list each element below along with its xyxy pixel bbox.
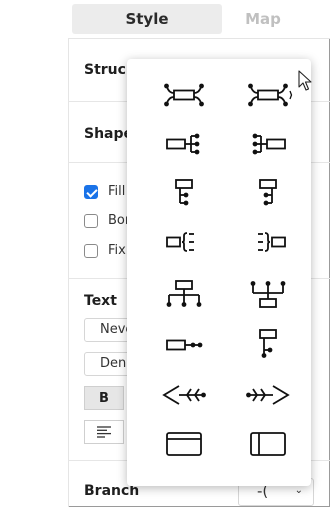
mouse-cursor-icon: [298, 70, 312, 91]
logic-left-icon[interactable]: [233, 126, 303, 162]
fixed-width-label: Fix: [108, 243, 126, 258]
text-section-title: Text: [84, 293, 117, 309]
align-left-button[interactable]: [84, 420, 124, 444]
bold-button[interactable]: B: [84, 386, 124, 410]
panel-tabs: Style Map: [68, 0, 330, 39]
fishbone-right-icon[interactable]: [233, 377, 303, 413]
matrix-column-icon[interactable]: [149, 426, 219, 462]
logic-right-icon[interactable]: [149, 126, 219, 162]
tab-style[interactable]: Style: [72, 4, 222, 34]
structure-popup: [127, 59, 311, 486]
border-checkbox[interactable]: [84, 214, 98, 228]
structure-section-title: Struc: [84, 62, 126, 78]
timeline-vertical-icon[interactable]: [233, 325, 303, 361]
tab-map[interactable]: Map: [208, 4, 318, 34]
fill-label: Fill: [108, 184, 126, 199]
org-chart-up-icon[interactable]: [233, 276, 303, 312]
chevron-down-icon: ⌄: [294, 485, 303, 496]
tree-left-icon[interactable]: [233, 175, 303, 211]
timeline-horizontal-icon[interactable]: [149, 327, 219, 363]
map-clockwise-icon[interactable]: [233, 77, 303, 113]
shape-section-title: Shape: [84, 126, 134, 142]
map-balanced-icon[interactable]: [149, 77, 219, 113]
org-chart-down-icon[interactable]: [149, 276, 219, 312]
fill-checkbox[interactable]: [84, 185, 98, 199]
fixed-width-checkbox[interactable]: [84, 244, 98, 258]
fishbone-left-icon[interactable]: [149, 377, 219, 413]
brace-left-icon[interactable]: [233, 224, 303, 260]
canvas-edge: [0, 0, 69, 507]
brace-right-icon[interactable]: [149, 224, 219, 260]
tree-right-icon[interactable]: [149, 175, 219, 211]
matrix-row-icon[interactable]: [233, 426, 303, 462]
align-left-icon: [97, 426, 111, 438]
